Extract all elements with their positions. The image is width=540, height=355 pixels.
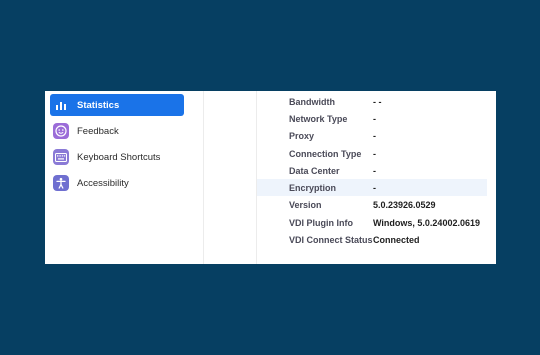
row-label: Encryption (289, 182, 337, 193)
sidebar-item-keyboard-shortcuts[interactable]: Keyboard Shortcuts (50, 146, 184, 168)
row-label: Data Center (289, 165, 340, 176)
settings-panel: Statistics Feedback Keyboard Shortcuts A… (45, 91, 496, 264)
detail-row-connection-type: Connection Type - (257, 145, 487, 162)
row-value: - (373, 113, 376, 124)
row-value: Windows, 5.0.24002.0619 (373, 217, 480, 228)
row-value: - - (373, 96, 382, 107)
bar-chart-icon (53, 97, 69, 113)
sidebar-item-label: Statistics (77, 99, 120, 111)
row-label: Proxy (289, 130, 315, 141)
detail-row-bandwidth: Bandwidth - - (257, 93, 487, 110)
detail-row-encryption: Encryption - (257, 179, 487, 196)
detail-row-version: Version 5.0.23926.0529 (257, 196, 487, 213)
sidebar-item-feedback[interactable]: Feedback (50, 120, 184, 142)
sidebar-item-accessibility[interactable]: Accessibility (50, 172, 184, 194)
row-value: - (373, 165, 376, 176)
row-value: Connected (373, 234, 420, 245)
sidebar-item-label: Keyboard Shortcuts (77, 151, 161, 163)
detail-row-vdi-plugin-info: VDI Plugin Info Windows, 5.0.24002.0619 (257, 214, 487, 231)
row-value: - (373, 182, 376, 193)
row-value: 5.0.23926.0529 (373, 199, 436, 210)
row-label: Version (289, 199, 322, 210)
keyboard-icon (53, 149, 69, 165)
sidebar-item-label: Accessibility (77, 177, 129, 189)
row-label: Bandwidth (289, 96, 335, 107)
sidebar-divider (203, 91, 204, 264)
detail-row-proxy: Proxy - (257, 127, 487, 144)
row-label: VDI Plugin Info (289, 217, 353, 228)
sidebar-item-statistics[interactable]: Statistics (50, 94, 184, 116)
smiley-icon (53, 123, 69, 139)
detail-row-data-center: Data Center - (257, 162, 487, 179)
detail-row-network-type: Network Type - (257, 110, 487, 127)
row-label: Connection Type (289, 148, 362, 159)
row-value: - (373, 148, 376, 159)
accessibility-icon (53, 175, 69, 191)
detail-row-vdi-connect-status: VDI Connect Status Connected (257, 231, 487, 248)
row-label: VDI Connect Status (289, 234, 373, 245)
sidebar-item-label: Feedback (77, 125, 119, 137)
row-value: - (373, 130, 376, 141)
row-label: Network Type (289, 113, 348, 124)
settings-sidebar: Statistics Feedback Keyboard Shortcuts A… (45, 91, 203, 264)
